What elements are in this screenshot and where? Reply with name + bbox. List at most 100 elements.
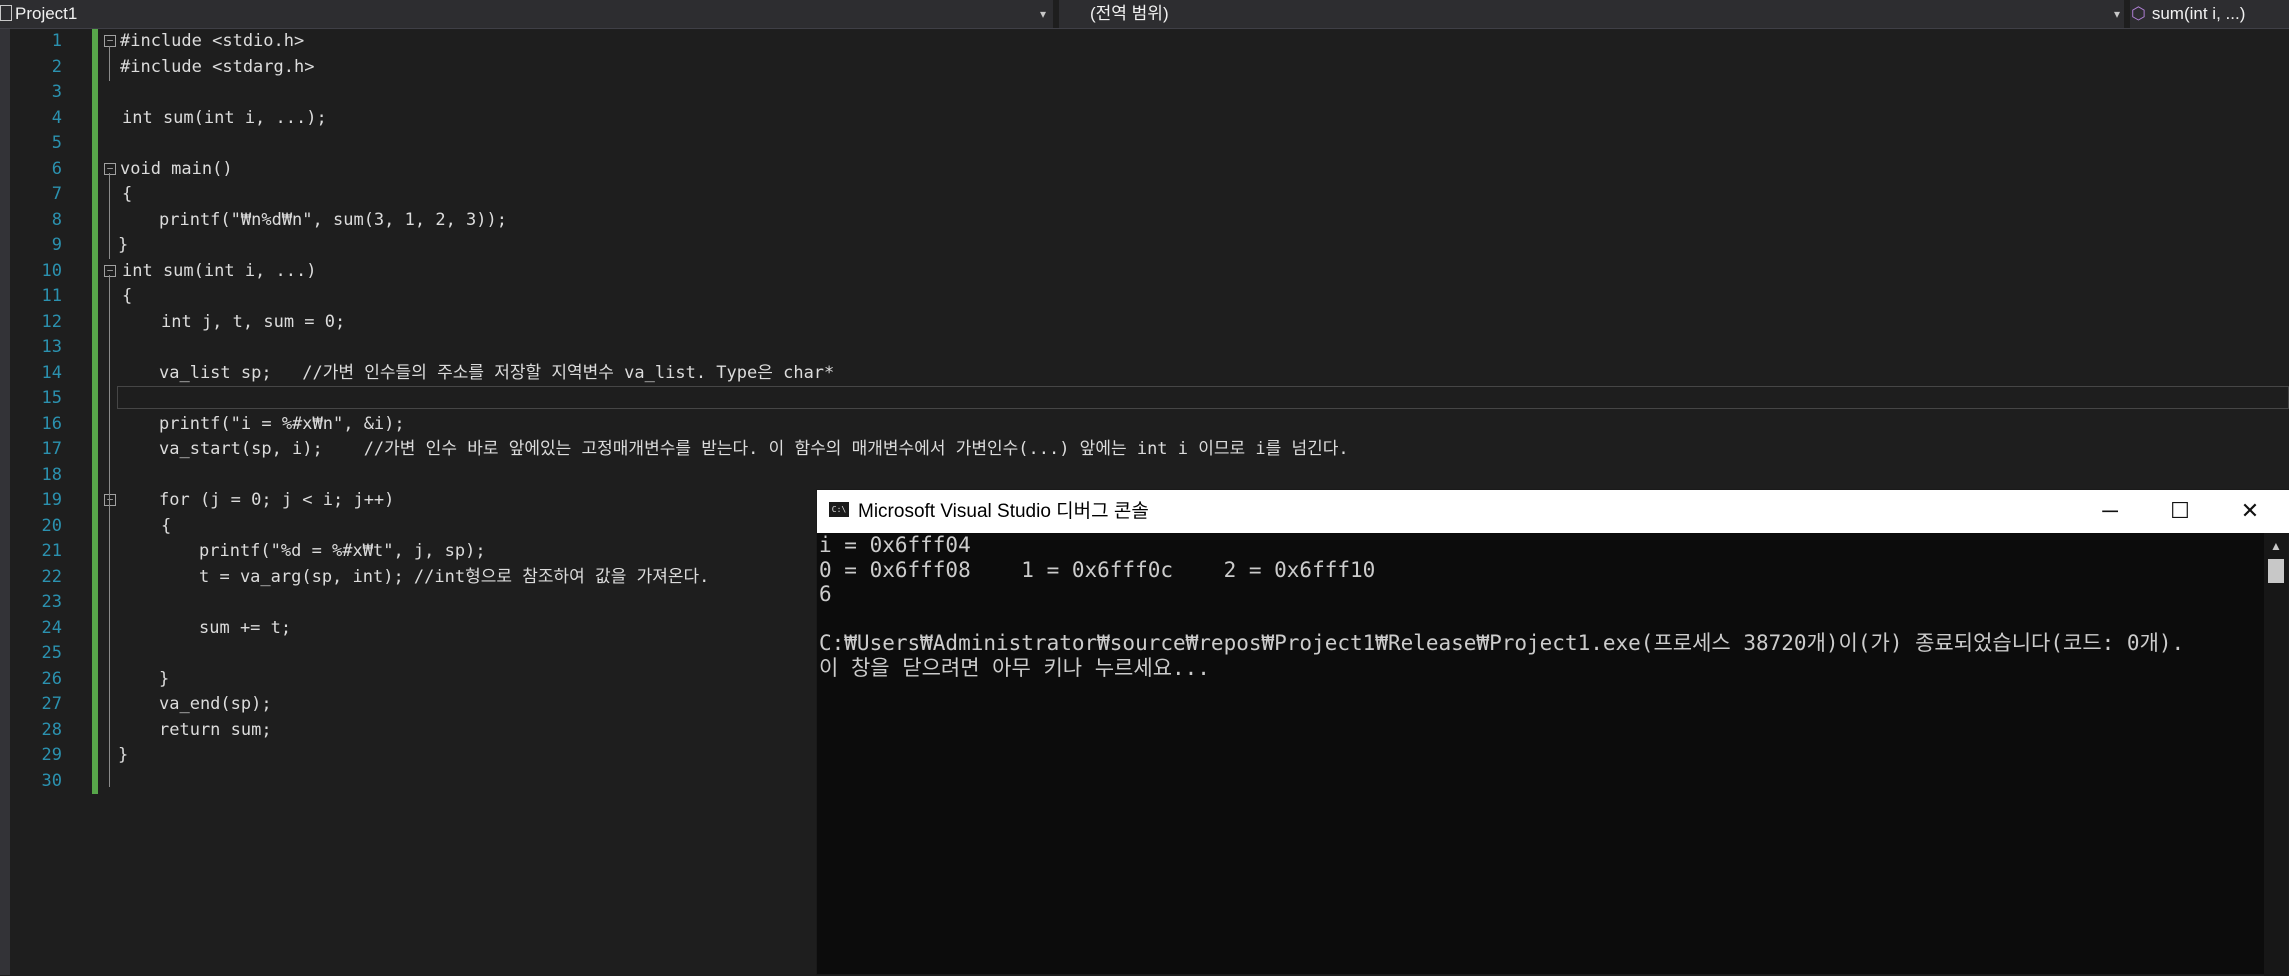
code-text: { [161, 515, 172, 536]
code-line[interactable]: 9 } [0, 233, 2289, 259]
change-marker [92, 743, 98, 769]
minimize-button[interactable]: ─ [2080, 490, 2140, 533]
code-line[interactable]: 3 [0, 80, 2289, 106]
outline-line [109, 46, 110, 81]
line-number: 8 [51, 209, 62, 230]
code-line[interactable]: 14 va_list sp; //가변 인수들의 주소를 저장할 지역변수 va… [0, 360, 2289, 386]
collapse-icon[interactable]: − [104, 264, 116, 277]
code-text: int sum(int i, ...); [122, 107, 327, 128]
code-text: #include <stdarg.h> [120, 56, 315, 77]
code-line[interactable]: 8 printf("₩n%d₩n", sum(3, 1, 2, 3)); [0, 207, 2289, 233]
code-text: for (j = 0; j < i; j++) [159, 490, 395, 510]
change-marker [92, 539, 98, 565]
change-marker [92, 105, 98, 131]
console-title: Microsoft Visual Studio 디버그 콘솔 [858, 501, 1149, 522]
line-number: 18 [41, 464, 62, 485]
line-number: 28 [41, 719, 62, 740]
change-marker [92, 590, 98, 616]
maximize-button[interactable]: ☐ [2150, 490, 2210, 533]
close-button[interactable]: ✕ [2220, 490, 2280, 533]
code-text: t = va_arg(sp, int); //int형으로 참조하여 값을 가져… [199, 566, 710, 587]
scope-label: (전역 범위) [1090, 4, 1169, 23]
change-marker [92, 233, 98, 259]
line-number: 7 [51, 184, 62, 204]
change-marker [92, 131, 98, 157]
change-marker [92, 335, 98, 361]
code-line[interactable]: 15 [0, 386, 2289, 412]
scrollbar-thumb[interactable] [2268, 559, 2284, 583]
change-marker [92, 156, 98, 182]
change-marker [92, 309, 98, 335]
code-line[interactable]: 7 { [0, 182, 2289, 208]
line-number: 13 [41, 337, 62, 357]
code-text: return sum; [159, 719, 272, 740]
code-line[interactable]: 17 va_start(sp, i); //가변 인수 바로 앞에있는 고정매개… [0, 437, 2289, 463]
change-marker [92, 513, 98, 539]
function-dropdown[interactable]: ⬡ sum(int i, ...) [2131, 0, 2289, 28]
code-line[interactable]: 16 printf("i = %#x₩n", &i); [0, 411, 2289, 437]
code-line[interactable]: 13 [0, 335, 2289, 361]
scroll-up-arrow-icon[interactable]: ▲ [2270, 539, 2282, 553]
code-text: printf("i = %#x₩n", &i); [159, 413, 405, 434]
line-number: 20 [41, 515, 62, 536]
code-line[interactable]: 10 − int sum(int i, ...) [0, 258, 2289, 284]
code-line[interactable]: 6 − void main() [0, 156, 2289, 182]
line-number: 1 [51, 31, 62, 51]
chevron-down-icon: ▾ [1040, 7, 1047, 21]
code-line[interactable]: 4 int sum(int i, ...); [0, 105, 2289, 131]
line-number: 30 [41, 770, 62, 791]
console-title-bar[interactable]: C:\ Microsoft Visual Studio 디버그 콘솔 ─ ☐ ✕ [817, 490, 2289, 533]
code-text: printf("%d = %#x₩t", j, sp); [199, 541, 486, 561]
change-marker [92, 411, 98, 437]
code-line[interactable]: 11 { [0, 284, 2289, 310]
code-line[interactable]: 18 [0, 462, 2289, 488]
code-line[interactable]: 5 [0, 131, 2289, 157]
line-number: 27 [41, 694, 62, 714]
line-number: 17 [41, 439, 62, 459]
change-marker [92, 692, 98, 718]
scope-dropdown[interactable]: (전역 범위) ▾ [1060, 0, 2124, 28]
line-number: 26 [41, 668, 62, 689]
collapse-icon[interactable]: − [104, 494, 116, 506]
collapse-icon[interactable]: − [104, 35, 116, 47]
code-text: } [118, 235, 129, 255]
code-line[interactable]: 1 − #include <stdio.h> [0, 29, 2289, 55]
code-text: void main() [120, 158, 233, 179]
change-marker [92, 207, 98, 233]
line-number: 29 [41, 745, 62, 765]
line-number: 3 [51, 82, 62, 102]
change-marker [92, 641, 98, 667]
change-marker [92, 284, 98, 310]
outline-line [109, 173, 110, 259]
method-icon: ⬡ [2131, 4, 2146, 23]
line-number: 14 [41, 362, 62, 383]
line-number: 9 [51, 235, 62, 255]
project-dropdown[interactable]: Project1 ▾ [0, 0, 1053, 28]
change-marker [92, 564, 98, 590]
current-line-highlight [117, 386, 2289, 409]
code-text: int sum(int i, ...) [122, 260, 317, 281]
collapse-icon[interactable]: − [104, 162, 116, 175]
line-number: 12 [41, 311, 62, 332]
change-marker [92, 386, 98, 412]
change-marker [92, 488, 98, 514]
code-line[interactable]: 12 int j, t, sum = 0; [0, 309, 2289, 335]
code-text: va_end(sp); [159, 694, 272, 714]
project-icon [0, 5, 12, 21]
console-output[interactable]: i = 0x6fff04 0 = 0x6fff08 1 = 0x6fff0c 2… [817, 533, 2267, 976]
console-scrollbar[interactable]: ▲ [2264, 533, 2288, 976]
change-marker [92, 462, 98, 488]
change-marker [92, 29, 98, 55]
change-marker [92, 437, 98, 463]
change-marker [92, 615, 98, 641]
code-text: va_list sp; //가변 인수들의 주소를 저장할 지역변수 va_li… [159, 362, 835, 383]
code-line[interactable]: 2 #include <stdarg.h> [0, 54, 2289, 80]
debug-console-window[interactable]: C:\ Microsoft Visual Studio 디버그 콘솔 ─ ☐ ✕… [816, 489, 2289, 976]
console-app-icon: C:\ [829, 502, 849, 517]
line-number: 22 [41, 566, 62, 587]
line-number: 19 [41, 490, 62, 510]
change-marker [92, 54, 98, 80]
code-text: } [118, 745, 129, 765]
line-number: 11 [41, 286, 62, 306]
code-text: printf("₩n%d₩n", sum(3, 1, 2, 3)); [159, 209, 507, 230]
